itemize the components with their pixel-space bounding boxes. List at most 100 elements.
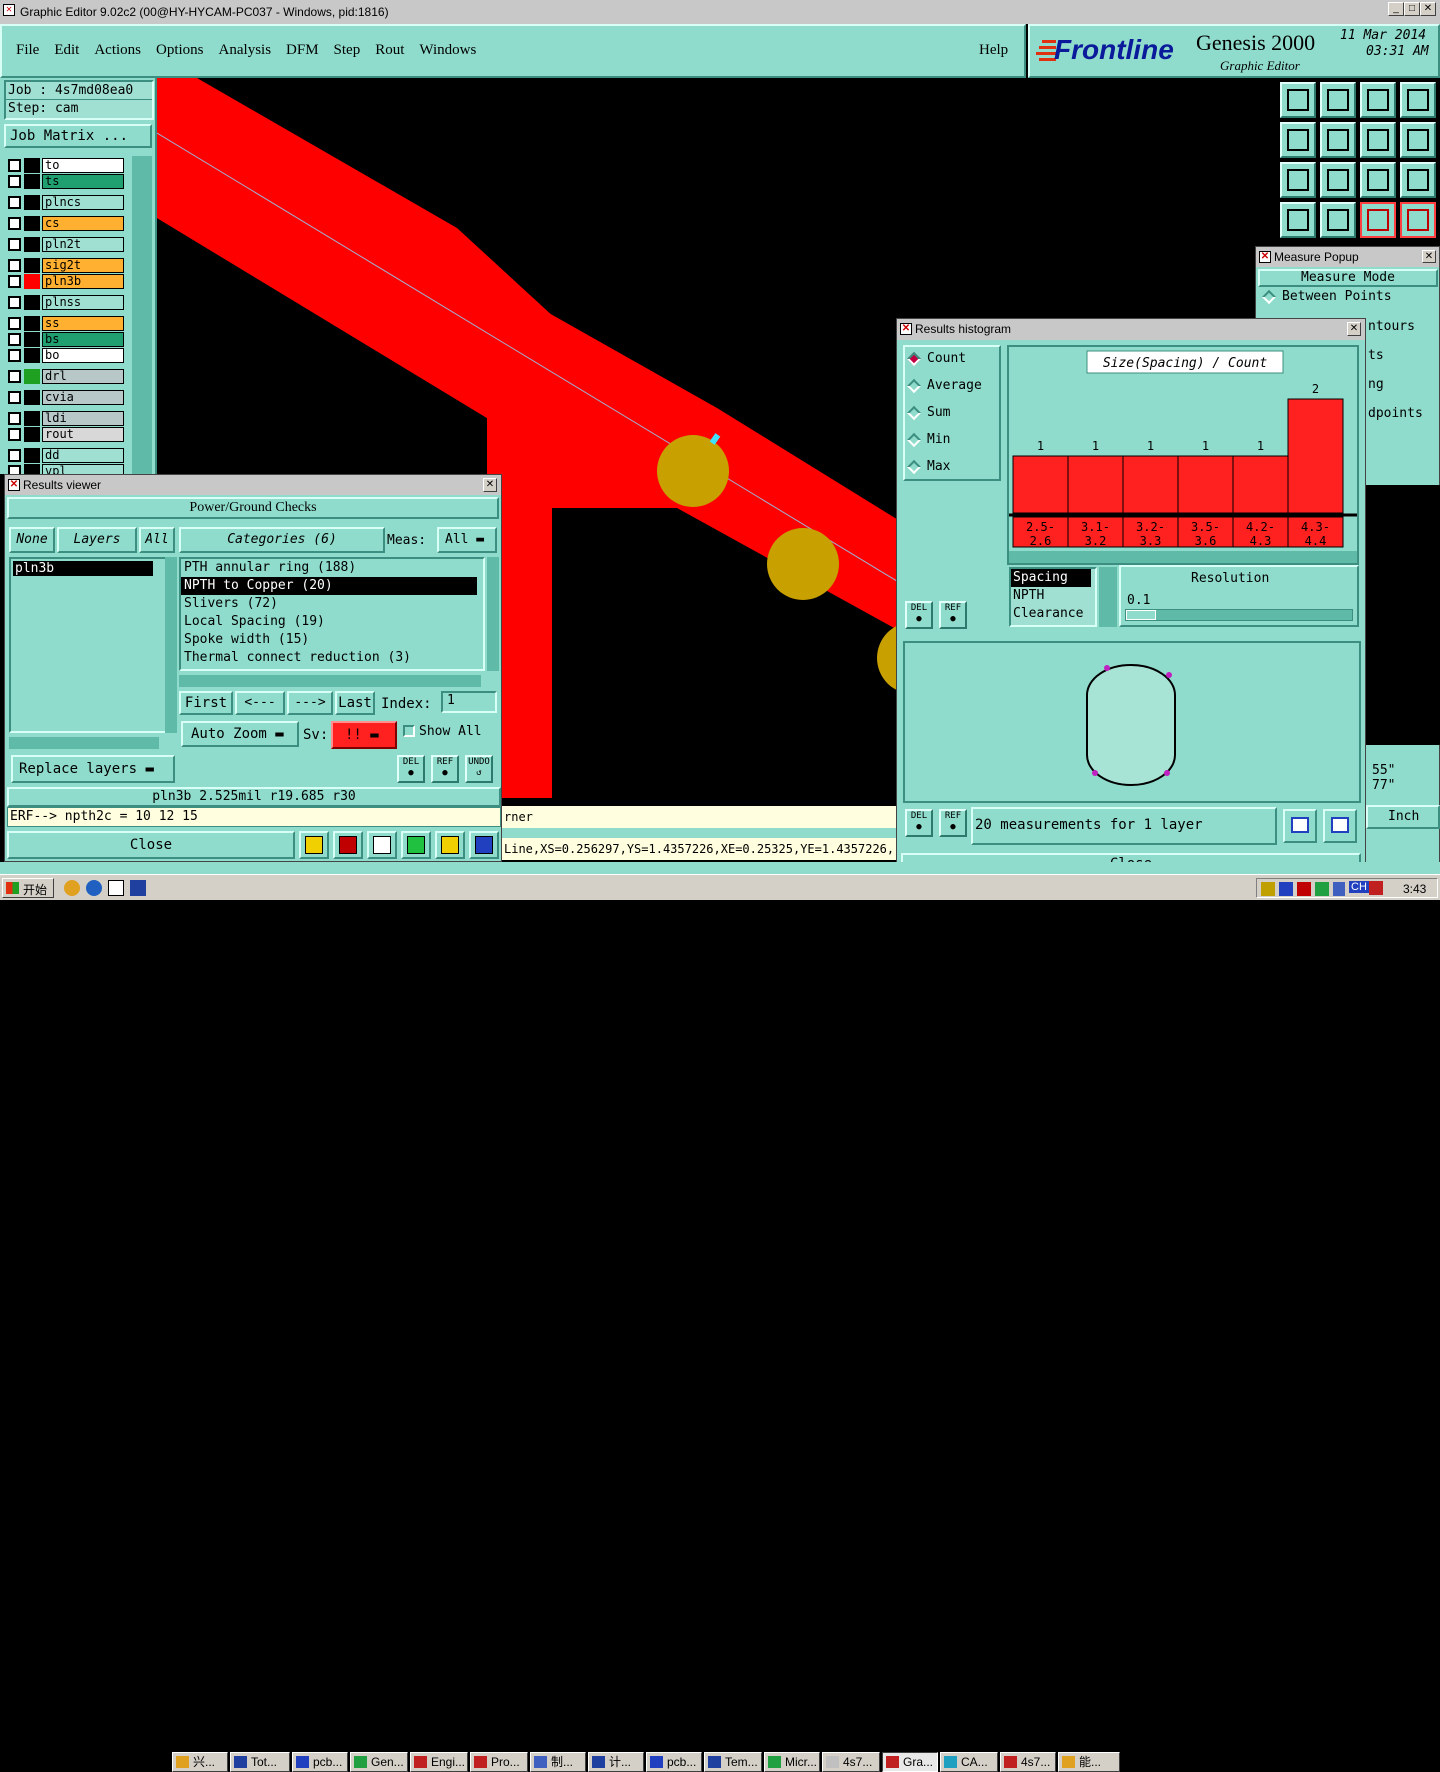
menu-options[interactable]: Options <box>156 42 204 59</box>
layer-row-rout[interactable]: rout <box>8 427 124 442</box>
layer-row-pln2t[interactable]: pln2t <box>8 237 124 252</box>
measure-item-ts[interactable]: ts <box>1368 348 1384 363</box>
hist-icon-btn-2[interactable] <box>1323 809 1357 843</box>
layer-row-ts[interactable]: ts <box>8 174 124 189</box>
warning-icon[interactable] <box>299 831 329 859</box>
category-item[interactable]: Local Spacing (19) <box>181 613 483 631</box>
category-item[interactable]: Slivers (72) <box>181 595 483 613</box>
flip-icon[interactable] <box>1360 122 1396 158</box>
layer-checkbox[interactable] <box>8 196 21 209</box>
maximize-button[interactable]: □ <box>1404 2 1420 16</box>
menu-step[interactable]: Step <box>334 42 361 59</box>
rv-ref-button[interactable]: REF ● <box>431 755 459 783</box>
rv-del-button[interactable]: DEL ● <box>397 755 425 783</box>
taskbar-item[interactable]: pcb... <box>646 1752 702 1772</box>
layer-checkbox[interactable] <box>8 238 21 251</box>
histogram-bar[interactable] <box>1287 398 1344 514</box>
histogram-bar[interactable] <box>1122 455 1179 514</box>
layer-scrollbar[interactable] <box>132 156 152 474</box>
layer-checkbox[interactable] <box>8 412 21 425</box>
zoom-1-2-icon[interactable] <box>1360 162 1396 198</box>
minimize-button[interactable]: _ <box>1388 2 1404 16</box>
menu-rout[interactable]: Rout <box>375 42 404 59</box>
taskbar-item[interactable]: pcb... <box>292 1752 348 1772</box>
chart-icon[interactable] <box>469 831 499 859</box>
layer-name[interactable]: plncs <box>42 195 124 210</box>
replace-layers-button[interactable]: Replace layers ▬ <box>11 755 175 783</box>
type-list-item[interactable]: Clearance <box>1011 605 1095 623</box>
taskbar-item[interactable]: 4s7... <box>1000 1752 1056 1772</box>
snake-icon[interactable] <box>1400 122 1436 158</box>
meas-dropdown[interactable]: All ▬ <box>437 527 497 553</box>
histogram-bar[interactable] <box>1177 455 1234 514</box>
taskbar-item[interactable]: 兴... <box>172 1752 228 1772</box>
layer-name[interactable]: cvia <box>42 390 124 405</box>
first-button[interactable]: First <box>179 691 233 715</box>
layout-icon[interactable] <box>1400 82 1436 118</box>
layer-name[interactable]: bo <box>42 348 124 363</box>
ql-globe-icon[interactable] <box>86 880 102 896</box>
taskbar-item[interactable]: 4s7... <box>822 1752 880 1772</box>
taskbar-item[interactable]: CA... <box>940 1752 998 1772</box>
index-input[interactable]: 1 <box>441 691 497 713</box>
layer-name[interactable]: sig2t <box>42 258 124 273</box>
category-item[interactable]: Spoke width (15) <box>181 631 483 649</box>
layer-name[interactable]: drl <box>42 369 124 384</box>
layer-name[interactable]: bs <box>42 332 124 347</box>
measure-between-points[interactable]: Between Points <box>1261 289 1392 304</box>
layer-name[interactable]: ts <box>42 174 124 189</box>
measure-item-dpoints[interactable]: dpoints <box>1368 406 1423 421</box>
layer-checkbox[interactable] <box>8 259 21 272</box>
measure-item-ng[interactable]: ng <box>1368 377 1384 392</box>
ref-icon[interactable]: REF ● <box>939 601 967 629</box>
layer-row-ldi[interactable]: ldi <box>8 411 124 426</box>
hist-option-count[interactable]: Count <box>905 347 999 374</box>
layer-checkbox[interactable] <box>8 391 21 404</box>
center-icon[interactable] <box>1320 162 1356 198</box>
hist-icon-btn-1[interactable] <box>1283 809 1317 843</box>
type-list-item[interactable]: Spacing <box>1011 569 1091 587</box>
tools-icon[interactable] <box>1280 202 1316 238</box>
notes-icon[interactable] <box>435 831 465 859</box>
move-right-icon[interactable] <box>1320 122 1356 158</box>
category-hscroll[interactable] <box>179 675 481 687</box>
sv-dropdown[interactable]: !! ▬ <box>331 721 397 749</box>
measure-popup-close[interactable]: ✕ <box>1422 250 1436 263</box>
layer-row-to[interactable]: to <box>8 158 124 173</box>
all-button[interactable]: All <box>139 527 175 553</box>
layer-row-bs[interactable]: bs <box>8 332 124 347</box>
layer-checkbox[interactable] <box>8 275 21 288</box>
layer-name[interactable]: ss <box>42 316 124 331</box>
layer-red2-icon[interactable] <box>1400 202 1436 238</box>
measure-item-contours[interactable]: ntours <box>1368 319 1415 334</box>
type-list-scroll[interactable] <box>1099 567 1117 627</box>
step-icon[interactable] <box>401 831 431 859</box>
hist-option-max[interactable]: Max <box>905 455 999 482</box>
taskbar-item[interactable]: 计... <box>588 1752 644 1772</box>
hist-option-average[interactable]: Average <box>905 374 999 401</box>
move-left-icon[interactable] <box>1280 122 1316 158</box>
category-item[interactable]: Thermal connect reduction (3) <box>181 649 483 667</box>
layer-row-ss[interactable]: ss <box>8 316 124 331</box>
next-button[interactable]: ---> <box>287 691 333 715</box>
taskbar-item[interactable]: Gen... <box>350 1752 408 1772</box>
layer-row-cs[interactable]: cs <box>8 216 124 231</box>
grid-icon[interactable] <box>1320 202 1356 238</box>
taskbar-item[interactable]: Pro... <box>470 1752 528 1772</box>
layers-button[interactable]: Layers <box>57 527 137 553</box>
taskbar-item[interactable]: Engi... <box>410 1752 468 1772</box>
layer-name[interactable]: pln3b <box>42 274 124 289</box>
del-icon[interactable]: DEL ● <box>905 601 933 629</box>
hist-option-min[interactable]: Min <box>905 428 999 455</box>
menu-edit[interactable]: Edit <box>54 42 79 59</box>
histogram-hscroll[interactable] <box>1009 551 1357 563</box>
layer-row-plnss[interactable]: plnss <box>8 295 124 310</box>
job-matrix-button[interactable]: Job Matrix ... <box>4 124 152 148</box>
layer-name[interactable]: pln2t <box>42 237 124 252</box>
close-button[interactable]: ✕ <box>1420 2 1436 16</box>
fit-icon[interactable] <box>1280 162 1316 198</box>
last-button[interactable]: Last <box>335 691 375 715</box>
layer-row-cvia[interactable]: cvia <box>8 390 124 405</box>
layer-row-pln3b[interactable]: pln3b <box>8 274 124 289</box>
layer-checkbox[interactable] <box>8 217 21 230</box>
